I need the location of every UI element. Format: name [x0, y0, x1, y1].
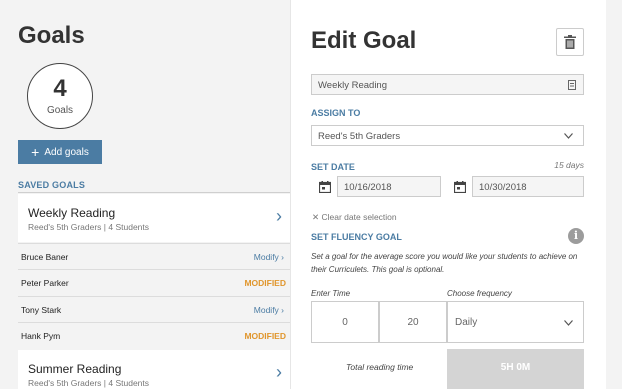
- goal-card-summer-reading[interactable]: Summer Reading Reed's 5th Graders | 4 St…: [18, 350, 290, 389]
- total-reading-time-label: Total reading time: [346, 362, 414, 372]
- student-row[interactable]: Peter Parker MODIFIED: [18, 269, 290, 295]
- modified-badge: MODIFIED: [244, 278, 286, 288]
- enter-time-label: Enter Time: [311, 289, 351, 298]
- goal-count: 4: [53, 75, 67, 102]
- student-name: Peter Parker: [21, 278, 69, 288]
- goal-name: Summer Reading: [28, 362, 122, 376]
- plus-icon: +: [31, 144, 40, 160]
- modify-link[interactable]: Modify ›: [254, 305, 284, 315]
- student-name: Bruce Baner: [21, 252, 69, 262]
- goal-count-badge: 4 Goals: [27, 63, 93, 129]
- minutes-input[interactable]: 0: [311, 301, 379, 343]
- start-date-value: 10/16/2018: [344, 182, 392, 193]
- clear-date-button[interactable]: ✕ Clear date selection: [312, 212, 397, 223]
- background-strip: [606, 0, 622, 389]
- goal-subtitle: Reed's 5th Graders | 4 Students: [28, 378, 150, 388]
- assign-to-select[interactable]: Reed's 5th Graders: [311, 125, 584, 146]
- student-name: Hank Pym: [21, 331, 61, 341]
- frequency-select[interactable]: Daily: [447, 301, 584, 343]
- divider: [18, 192, 290, 193]
- add-goals-label: Add goals: [44, 146, 89, 158]
- goal-card-weekly-reading[interactable]: Weekly Reading Reed's 5th Graders | 4 St…: [18, 194, 290, 242]
- calendar-icon[interactable]: [454, 181, 466, 193]
- goal-name-input[interactable]: Weekly Reading: [311, 74, 584, 95]
- chevron-right-icon: ›: [276, 206, 282, 226]
- close-icon: ✕: [312, 212, 320, 222]
- minutes-value: 0: [342, 317, 348, 328]
- end-date-value: 10/30/2018: [479, 182, 527, 193]
- frequency-value: Daily: [455, 317, 478, 328]
- student-row[interactable]: Hank Pym MODIFIED: [18, 322, 290, 348]
- delete-goal-button[interactable]: [556, 28, 584, 56]
- start-date-input[interactable]: 10/16/2018: [337, 176, 441, 197]
- assign-to-label: ASSIGN TO: [311, 108, 361, 118]
- seconds-value: 20: [407, 317, 419, 328]
- choose-frequency-label: Choose frequency: [447, 289, 512, 298]
- modified-badge: MODIFIED: [244, 331, 286, 341]
- calendar-icon[interactable]: [319, 181, 331, 193]
- goal-subtitle: Reed's 5th Graders | 4 Students: [28, 222, 150, 232]
- clear-date-label: Clear date selection: [321, 212, 397, 222]
- date-range-days: 15 days: [554, 160, 584, 170]
- info-icon[interactable]: i: [568, 228, 584, 244]
- student-name: Tony Stark: [21, 305, 62, 315]
- modify-link[interactable]: Modify ›: [254, 252, 284, 262]
- page-title: Edit Goal: [311, 27, 417, 54]
- total-reading-time-value: 5H 0M: [447, 349, 584, 389]
- goal-name-value: Weekly Reading: [318, 80, 388, 91]
- saved-goals-heading: SAVED GOALS: [18, 180, 86, 190]
- seconds-input[interactable]: 20: [379, 301, 447, 343]
- end-date-input[interactable]: 10/30/2018: [472, 176, 584, 197]
- chevron-right-icon: ›: [276, 362, 282, 382]
- goals-sidebar: Goals 4 Goals + Add goals SAVED GOALS We…: [0, 0, 290, 389]
- goal-name: Weekly Reading: [28, 206, 116, 220]
- chevron-down-icon: [564, 133, 573, 139]
- set-date-label: SET DATE: [311, 162, 355, 172]
- set-fluency-goal-label: SET FLUENCY GOAL: [311, 232, 402, 242]
- id-card-icon: [568, 80, 576, 90]
- student-row[interactable]: Tony Stark Modify ›: [18, 296, 290, 322]
- student-row[interactable]: Bruce Baner Modify ›: [18, 243, 290, 269]
- chevron-down-icon: [564, 320, 573, 326]
- sidebar-title: Goals: [18, 22, 85, 49]
- edit-goal-panel: Edit Goal Weekly Reading ASSIGN TO Reed'…: [290, 0, 606, 389]
- fluency-description: Set a goal for the average score you wou…: [311, 252, 578, 274]
- add-goals-button[interactable]: + Add goals: [18, 140, 102, 164]
- assign-to-value: Reed's 5th Graders: [318, 131, 401, 142]
- trash-icon: [564, 35, 576, 49]
- goal-count-label: Goals: [46, 105, 74, 116]
